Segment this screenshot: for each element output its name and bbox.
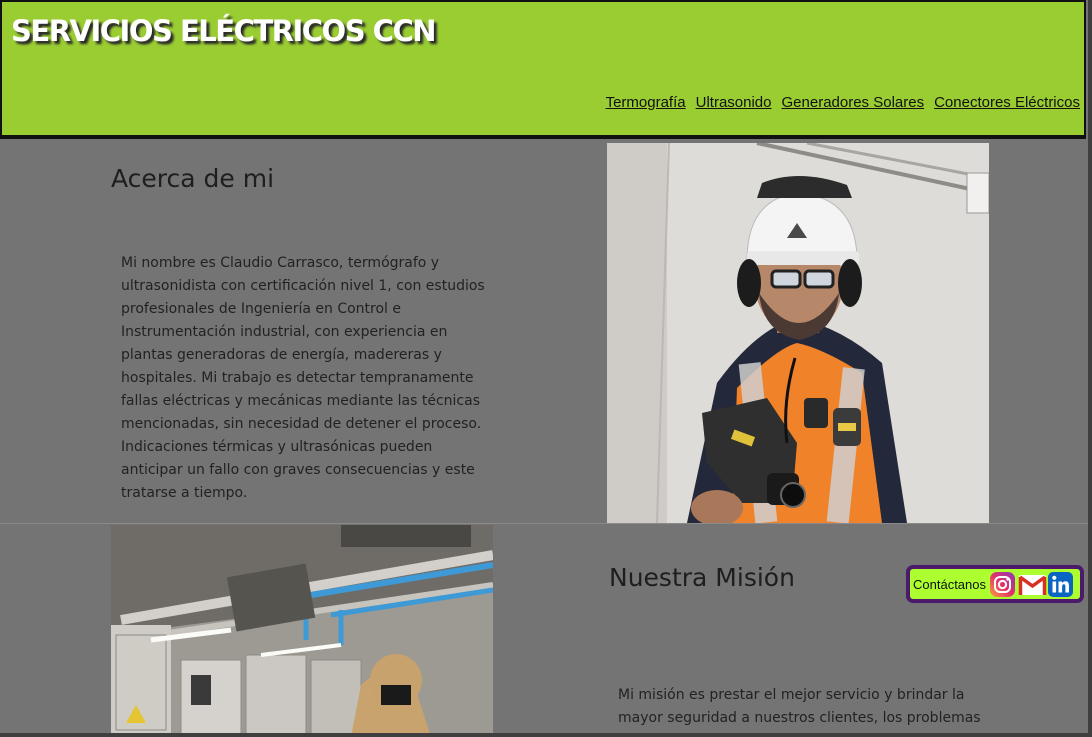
instagram-icon[interactable] (989, 571, 1016, 598)
contact-widget: Contáctanos (906, 565, 1084, 603)
nav-link-generadores-solares[interactable]: Generadores Solares (782, 94, 925, 111)
mission-heading: Nuestra Misión (609, 563, 795, 592)
electrical-room-photo (111, 525, 493, 733)
about-text: Mi nombre es Claudio Carrasco, termógraf… (121, 255, 485, 501)
gmail-icon[interactable] (1018, 571, 1047, 598)
page: SERVICIOS ELÉCTRICOS CCN Termografía Ult… (0, 0, 1092, 737)
linkedin-icon[interactable] (1047, 571, 1074, 598)
worker-photo-illustration (607, 143, 989, 523)
about-heading: Acerca de mi (111, 164, 275, 193)
nav-link-conectores-electricos[interactable]: Conectores Eléctricos (934, 94, 1080, 111)
mission-text: Mi misión es prestar el mejor servicio y… (618, 687, 981, 726)
worker-photo (607, 143, 989, 523)
nav-link-ultrasonido[interactable]: Ultrasonido (696, 94, 772, 111)
section-divider (0, 523, 1088, 524)
site-title: SERVICIOS ELÉCTRICOS CCN (11, 14, 437, 48)
electrical-room-illustration (111, 525, 493, 733)
main-nav: Termografía Ultrasonido Generadores Sola… (606, 94, 1080, 111)
site-header: SERVICIOS ELÉCTRICOS CCN Termografía Ult… (0, 0, 1086, 139)
nav-link-termografia[interactable]: Termografía (606, 94, 686, 111)
contact-label: Contáctanos (913, 576, 986, 592)
